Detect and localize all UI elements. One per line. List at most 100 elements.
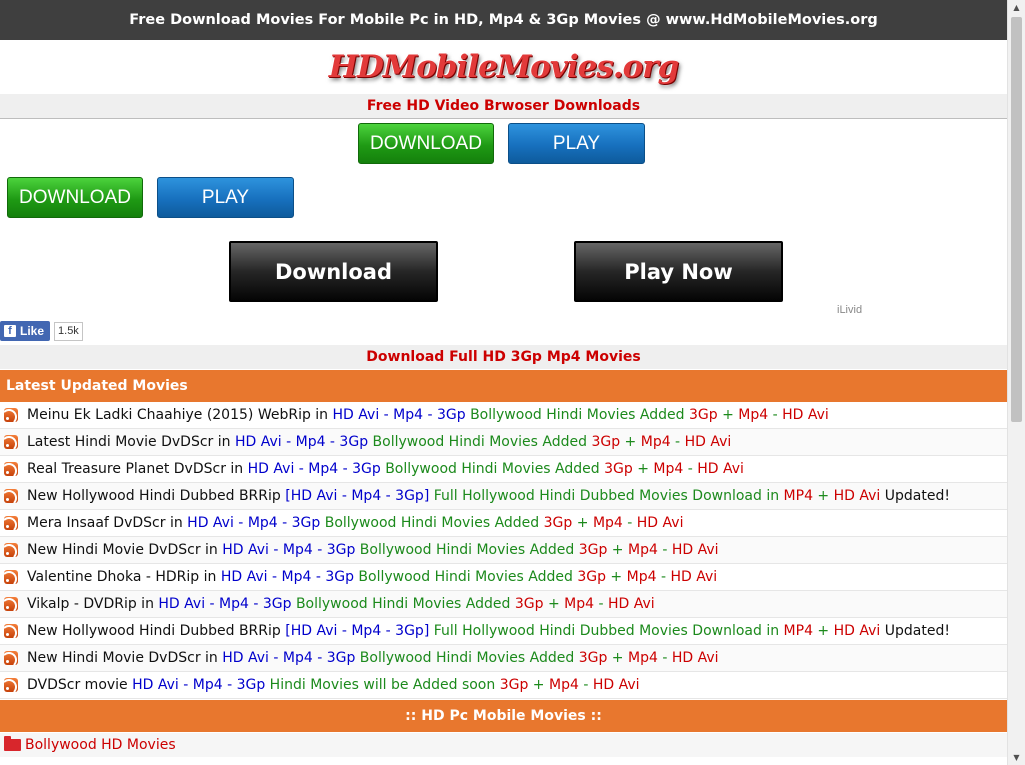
movie-link-segment: HD Avi - Mp4 - 3Gp (220, 569, 354, 585)
movie-link-segment: HD Avi (671, 542, 719, 558)
movie-link[interactable]: New Hollywood Hindi Dubbed BRRip [HD Avi… (27, 623, 950, 639)
movie-link[interactable]: New Hollywood Hindi Dubbed BRRip [HD Avi… (27, 488, 950, 504)
latest-movies-heading: Latest Updated Movies (0, 370, 1007, 402)
scrollbar-thumb[interactable] (1011, 17, 1022, 422)
logo-row: HDMobileMovies.org (0, 40, 1007, 94)
site-banner: Free Download Movies For Mobile Pc in HD… (0, 0, 1007, 40)
list-item[interactable]: New Hindi Movie DvDScr in HD Avi - Mp4 -… (0, 645, 1007, 672)
movie-link-segment: HD Avi (592, 677, 640, 693)
movie-link[interactable]: Valentine Dhoka - HDRip in HD Avi - Mp4 … (27, 569, 717, 585)
movie-link-segment: HD Avi (833, 488, 881, 504)
ad-play-button[interactable]: PLAY (157, 177, 294, 218)
movie-link-segment: + (572, 515, 593, 531)
movie-link-segment: - (622, 515, 637, 531)
browser-ad-title-text[interactable]: Free HD Video Brwoser Downloads (367, 98, 640, 114)
movie-link-segment: MP4 (783, 488, 813, 504)
movie-link-segment: Bollywood Hindi Movies Added (465, 407, 689, 423)
list-item[interactable]: New Hollywood Hindi Dubbed BRRip [HD Avi… (0, 618, 1007, 645)
movie-link-segment: Mp4 (626, 569, 657, 585)
movie-link-segment: - (657, 650, 672, 666)
rss-icon (4, 462, 18, 476)
category-link[interactable]: Bollywood HD Movies (25, 737, 176, 753)
category-item[interactable]: Bollywood HD Movies (0, 733, 1007, 757)
movie-link-segment: Full Hollywood Hindi Dubbed Movies Downl… (429, 488, 784, 504)
rss-icon (4, 408, 18, 422)
movie-link-segment: + (605, 569, 627, 585)
list-item[interactable]: Real Treasure Planet DvDScr in HD Avi - … (0, 456, 1007, 483)
ilivid-sponsor-label[interactable]: iLivid (837, 304, 862, 316)
rss-icon (4, 597, 18, 611)
movie-link-segment: HD Avi - Mp4 - 3Gp (158, 596, 292, 612)
list-item[interactable]: DVDScr movie HD Avi - Mp4 - 3Gp Hindi Mo… (0, 672, 1007, 699)
movie-link-segment: Hindi Movies will be Added soon (265, 677, 500, 693)
ad-download-button[interactable]: DOWNLOAD (7, 177, 143, 218)
scroll-up-arrow-icon[interactable]: ▲ (1008, 0, 1025, 15)
ilivid-play-now-button[interactable]: Play Now (574, 241, 783, 302)
scroll-down-arrow-icon[interactable]: ▼ (1008, 750, 1025, 765)
movie-link-segment: New Hollywood Hindi Dubbed BRRip (27, 623, 286, 639)
movie-link-segment: + (632, 461, 654, 477)
movie-link-segment: HD Avi - Mp4 - 3Gp (234, 434, 369, 450)
ilivid-download-button[interactable]: Download (229, 241, 438, 302)
rss-icon (4, 624, 18, 638)
movie-link-segment: - (594, 596, 608, 612)
page: Free Download Movies For Mobile Pc in HD… (0, 0, 1007, 765)
movie-link[interactable]: Vikalp - DVDRip in HD Avi - Mp4 - 3Gp Bo… (27, 596, 655, 612)
movie-link[interactable]: Mera Insaaf DvDScr in HD Avi - Mp4 - 3Gp… (27, 515, 683, 531)
movie-link-segment: + (620, 434, 641, 450)
movie-link-segment: HD Avi - Mp4 - 3Gp (222, 542, 356, 558)
rss-icon (4, 570, 18, 584)
movie-link-segment: Bollywood Hindi Movies Added (291, 596, 515, 612)
categories-heading: :: HD Pc Mobile Movies :: (0, 700, 1007, 732)
movie-link[interactable]: Meinu Ek Ladki Chaahiye (2015) WebRip in… (27, 407, 829, 423)
vertical-scrollbar[interactable]: ▲ ▼ (1007, 0, 1025, 765)
movie-link-segment: 3Gp (543, 515, 573, 531)
list-item[interactable]: Meinu Ek Ladki Chaahiye (2015) WebRip in… (0, 402, 1007, 429)
movie-link-segment: Mp4 (640, 434, 671, 450)
list-item[interactable]: Vikalp - DVDRip in HD Avi - Mp4 - 3Gp Bo… (0, 591, 1007, 618)
movie-link-segment: Valentine Dhoka - HDRip in (27, 569, 221, 585)
latest-movies-heading-text: Latest Updated Movies (6, 378, 188, 394)
movie-link-segment: + (607, 650, 628, 666)
list-item[interactable]: New Hindi Movie DvDScr in HD Avi - Mp4 -… (0, 537, 1007, 564)
movie-link[interactable]: Real Treasure Planet DvDScr in HD Avi - … (27, 461, 744, 477)
movie-link-segment: HD Avi - Mp4 - 3Gp (187, 515, 321, 531)
list-item[interactable]: New Hollywood Hindi Dubbed BRRip [HD Avi… (0, 483, 1007, 510)
movie-link-segment: Bollywood Hindi Movies Added (353, 569, 578, 585)
latest-movies-list: Meinu Ek Ladki Chaahiye (2015) WebRip in… (0, 402, 1007, 699)
movie-link[interactable]: DVDScr movie HD Avi - Mp4 - 3Gp Hindi Mo… (27, 677, 640, 693)
movie-link[interactable]: Latest Hindi Movie DvDScr in HD Avi - Mp… (27, 434, 731, 450)
movie-link-segment: - (670, 434, 685, 450)
movie-link-segment: Full Hollywood Hindi Dubbed Movies Downl… (429, 623, 784, 639)
movie-link-segment: + (812, 623, 834, 639)
movie-link-segment: Updated! (880, 623, 950, 639)
facebook-f-icon: f (4, 325, 16, 337)
movie-link-segment: 3Gp (578, 542, 608, 558)
movie-link[interactable]: New Hindi Movie DvDScr in HD Avi - Mp4 -… (27, 542, 719, 558)
movie-link-segment: Mp4 (592, 515, 623, 531)
facebook-like-count: 1.5k (54, 321, 83, 341)
movie-link-segment: Updated! (880, 488, 950, 504)
movie-link-segment: HD Avi (671, 650, 719, 666)
movie-link[interactable]: New Hindi Movie DvDScr in HD Avi - Mp4 -… (27, 650, 719, 666)
movie-link-segment: HD Avi (697, 461, 744, 477)
site-logo[interactable]: HDMobileMovies.org (329, 49, 680, 85)
list-item[interactable]: Mera Insaaf DvDScr in HD Avi - Mp4 - 3Gp… (0, 510, 1007, 537)
movie-link-segment: HD Avi (782, 407, 829, 423)
movie-link-segment: HD Avi (833, 623, 881, 639)
browser-download-button[interactable]: DOWNLOAD (358, 123, 494, 164)
list-item[interactable]: Latest Hindi Movie DvDScr in HD Avi - Mp… (0, 429, 1007, 456)
movie-link-segment: [HD Avi - Mp4 - 3Gp] (285, 623, 430, 639)
movie-link-segment: Latest Hindi Movie DvDScr in (27, 434, 235, 450)
movie-link-segment: + (607, 542, 628, 558)
movie-link-segment: New Hollywood Hindi Dubbed BRRip (27, 488, 286, 504)
list-item[interactable]: Valentine Dhoka - HDRip in HD Avi - Mp4 … (0, 564, 1007, 591)
facebook-like-button[interactable]: f Like (0, 321, 51, 341)
browser-play-button[interactable]: PLAY (508, 123, 645, 164)
movie-link-segment: HD Avi (607, 596, 655, 612)
movie-link-segment: 3Gp (604, 461, 633, 477)
movie-link-segment: 3Gp (591, 434, 621, 450)
movie-link-segment: 3Gp (577, 569, 606, 585)
movie-link-segment: 3Gp (499, 677, 529, 693)
movie-link-segment: New Hindi Movie DvDScr in (27, 542, 223, 558)
